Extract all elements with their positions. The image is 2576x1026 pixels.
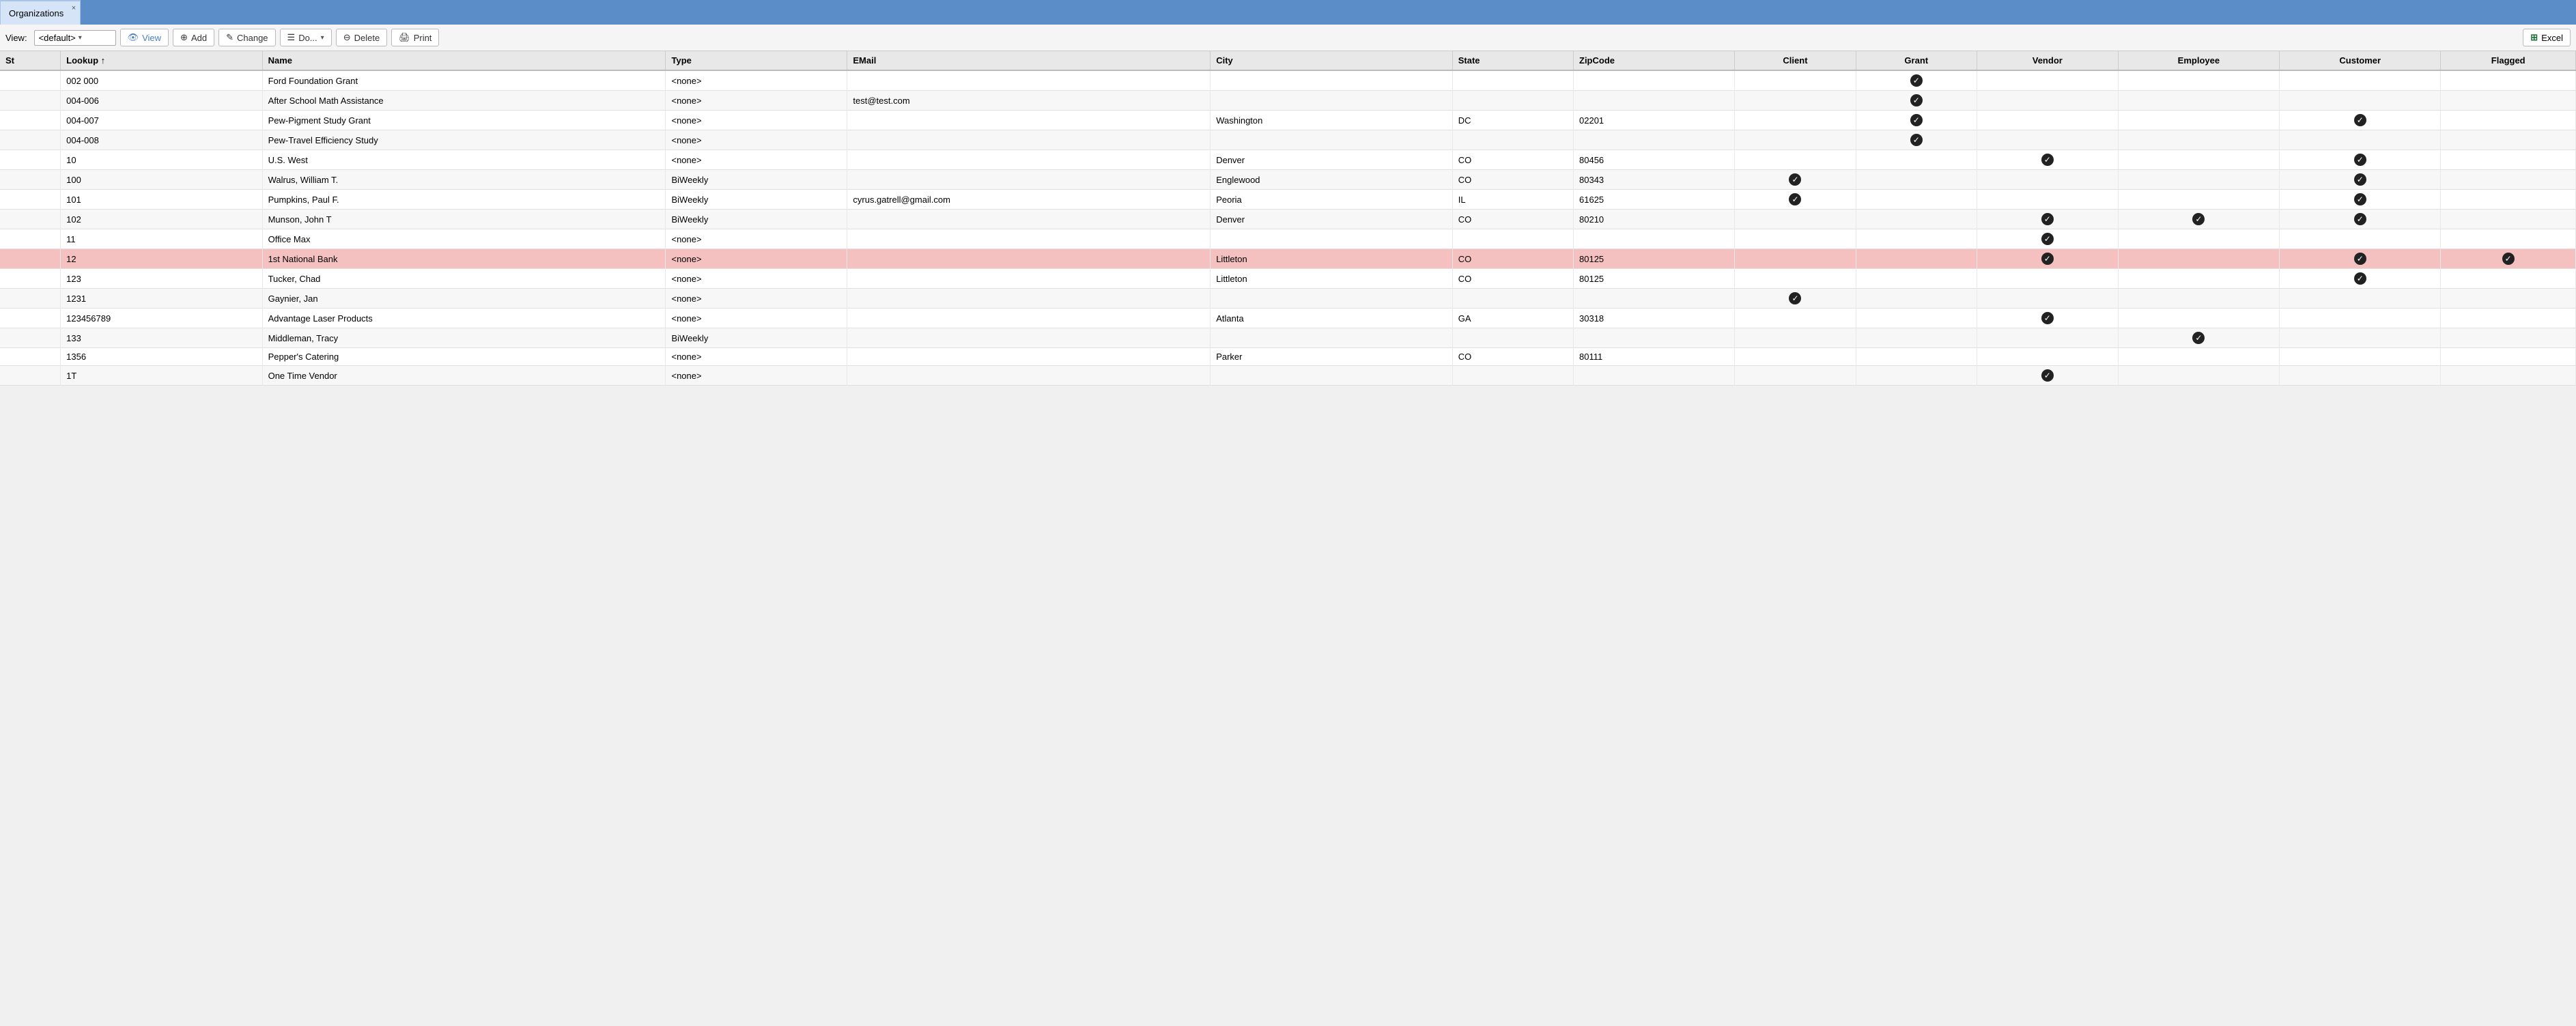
change-button[interactable]: ✎ Change xyxy=(218,29,275,46)
table-row[interactable]: 102Munson, John TBiWeeklyDenverCO80210✓✓… xyxy=(0,210,2576,229)
col-header-flagged[interactable]: Flagged xyxy=(2441,51,2576,70)
check-icon: ✓ xyxy=(2354,272,2366,285)
check-icon: ✓ xyxy=(1789,292,1801,304)
organizations-table: St Lookup ↑ Name Type EMail City State Z… xyxy=(0,51,2576,386)
check-icon: ✓ xyxy=(2354,173,2366,186)
col-header-lookup[interactable]: Lookup ↑ xyxy=(61,51,262,70)
table-row[interactable]: 1231Gaynier, Jan<none>✓ xyxy=(0,289,2576,309)
toolbar: View: <default> ▾ 👁 View ⊕ Add ✎ Change … xyxy=(0,25,2576,51)
check-icon: ✓ xyxy=(1910,94,1923,106)
table-row[interactable]: 101Pumpkins, Paul F.BiWeeklycyrus.gatrel… xyxy=(0,190,2576,210)
pencil-icon: ✎ xyxy=(226,32,233,43)
table-row[interactable]: 121st National Bank<none>LittletonCO8012… xyxy=(0,249,2576,269)
organizations-tab[interactable]: Organizations × xyxy=(0,0,81,25)
check-icon: ✓ xyxy=(2502,253,2515,265)
do-button-label: Do... xyxy=(298,33,317,43)
title-bar: Organizations × xyxy=(0,0,2576,25)
print-button[interactable]: 🖨 Print xyxy=(391,29,439,46)
col-header-st[interactable]: St xyxy=(0,51,61,70)
check-icon: ✓ xyxy=(2041,213,2054,225)
check-icon: ✓ xyxy=(1910,74,1923,87)
table-row[interactable]: 004-008Pew-Travel Efficiency Study<none>… xyxy=(0,130,2576,150)
check-icon: ✓ xyxy=(2354,154,2366,166)
table-row[interactable]: 004-006After School Math Assistance<none… xyxy=(0,91,2576,111)
check-icon: ✓ xyxy=(2192,213,2205,225)
table-row[interactable]: 123456789Advantage Laser Products<none>A… xyxy=(0,309,2576,328)
check-icon: ✓ xyxy=(1789,193,1801,205)
excel-button-label: Excel xyxy=(2541,33,2563,43)
col-header-zip[interactable]: ZipCode xyxy=(1574,51,1735,70)
delete-button-label: Delete xyxy=(354,33,380,43)
check-icon: ✓ xyxy=(2354,114,2366,126)
do-button[interactable]: ☰ Do... ▾ xyxy=(280,29,332,46)
do-dropdown-arrow: ▾ xyxy=(321,34,324,42)
print-button-label: Print xyxy=(414,33,432,43)
col-header-customer[interactable]: Customer xyxy=(2280,51,2441,70)
view-button[interactable]: 👁 View xyxy=(120,29,169,46)
table-row[interactable]: 1TOne Time Vendor<none>✓ xyxy=(0,366,2576,386)
table-row[interactable]: 123Tucker, Chad<none>LittletonCO80125✓ xyxy=(0,269,2576,289)
printer-icon: 🖨 xyxy=(399,32,410,43)
add-button-label: Add xyxy=(191,33,207,43)
check-icon: ✓ xyxy=(2041,312,2054,324)
lines-icon: ☰ xyxy=(287,32,296,43)
check-icon: ✓ xyxy=(1789,173,1801,186)
table-row[interactable]: 100Walrus, William T.BiWeeklyEnglewoodCO… xyxy=(0,170,2576,190)
col-header-type[interactable]: Type xyxy=(666,51,847,70)
excel-button[interactable]: ⊞ Excel xyxy=(2523,29,2571,46)
check-icon: ✓ xyxy=(1910,114,1923,126)
view-button-label: View xyxy=(142,33,161,43)
col-header-email[interactable]: EMail xyxy=(847,51,1211,70)
col-header-client[interactable]: Client xyxy=(1735,51,1856,70)
table-row[interactable]: 10U.S. West<none>DenverCO80456✓✓ xyxy=(0,150,2576,170)
view-select-arrow: ▾ xyxy=(79,34,82,42)
check-icon: ✓ xyxy=(2041,253,2054,265)
change-button-label: Change xyxy=(237,33,268,43)
check-icon: ✓ xyxy=(2192,332,2205,344)
table-container: St Lookup ↑ Name Type EMail City State Z… xyxy=(0,51,2576,386)
check-icon: ✓ xyxy=(1910,134,1923,146)
close-tab-button[interactable]: × xyxy=(72,4,76,12)
view-label: View: xyxy=(5,33,27,43)
col-header-city[interactable]: City xyxy=(1211,51,1453,70)
table-row[interactable]: 004-007Pew-Pigment Study Grant<none>Wash… xyxy=(0,111,2576,130)
add-button[interactable]: ⊕ Add xyxy=(173,29,214,46)
delete-button[interactable]: ⊖ Delete xyxy=(336,29,387,46)
table-row[interactable]: 1356Pepper's Catering<none>ParkerCO80111 xyxy=(0,348,2576,366)
check-icon: ✓ xyxy=(2354,213,2366,225)
plus-circle-icon: ⊕ xyxy=(180,32,188,43)
col-header-grant[interactable]: Grant xyxy=(1856,51,1977,70)
view-select[interactable]: <default> ▾ xyxy=(34,30,116,46)
col-header-vendor[interactable]: Vendor xyxy=(1977,51,2118,70)
view-select-value: <default> xyxy=(39,33,76,43)
table-row[interactable]: 11Office Max<none>✓ xyxy=(0,229,2576,249)
col-header-state[interactable]: State xyxy=(1452,51,1573,70)
check-icon: ✓ xyxy=(2354,253,2366,265)
check-icon: ✓ xyxy=(2041,369,2054,382)
eye-icon: 👁 xyxy=(128,32,139,43)
check-icon: ✓ xyxy=(2041,154,2054,166)
table-row[interactable]: 002 000Ford Foundation Grant<none>✓ xyxy=(0,70,2576,91)
check-icon: ✓ xyxy=(2354,193,2366,205)
minus-circle-icon: ⊖ xyxy=(343,32,351,43)
col-header-employee[interactable]: Employee xyxy=(2118,51,2279,70)
check-icon: ✓ xyxy=(2041,233,2054,245)
tab-label: Organizations xyxy=(9,8,63,18)
table-row[interactable]: 133Middleman, TracyBiWeekly✓ xyxy=(0,328,2576,348)
table-header-row: St Lookup ↑ Name Type EMail City State Z… xyxy=(0,51,2576,70)
excel-icon: ⊞ xyxy=(2530,32,2538,43)
col-header-name[interactable]: Name xyxy=(262,51,666,70)
